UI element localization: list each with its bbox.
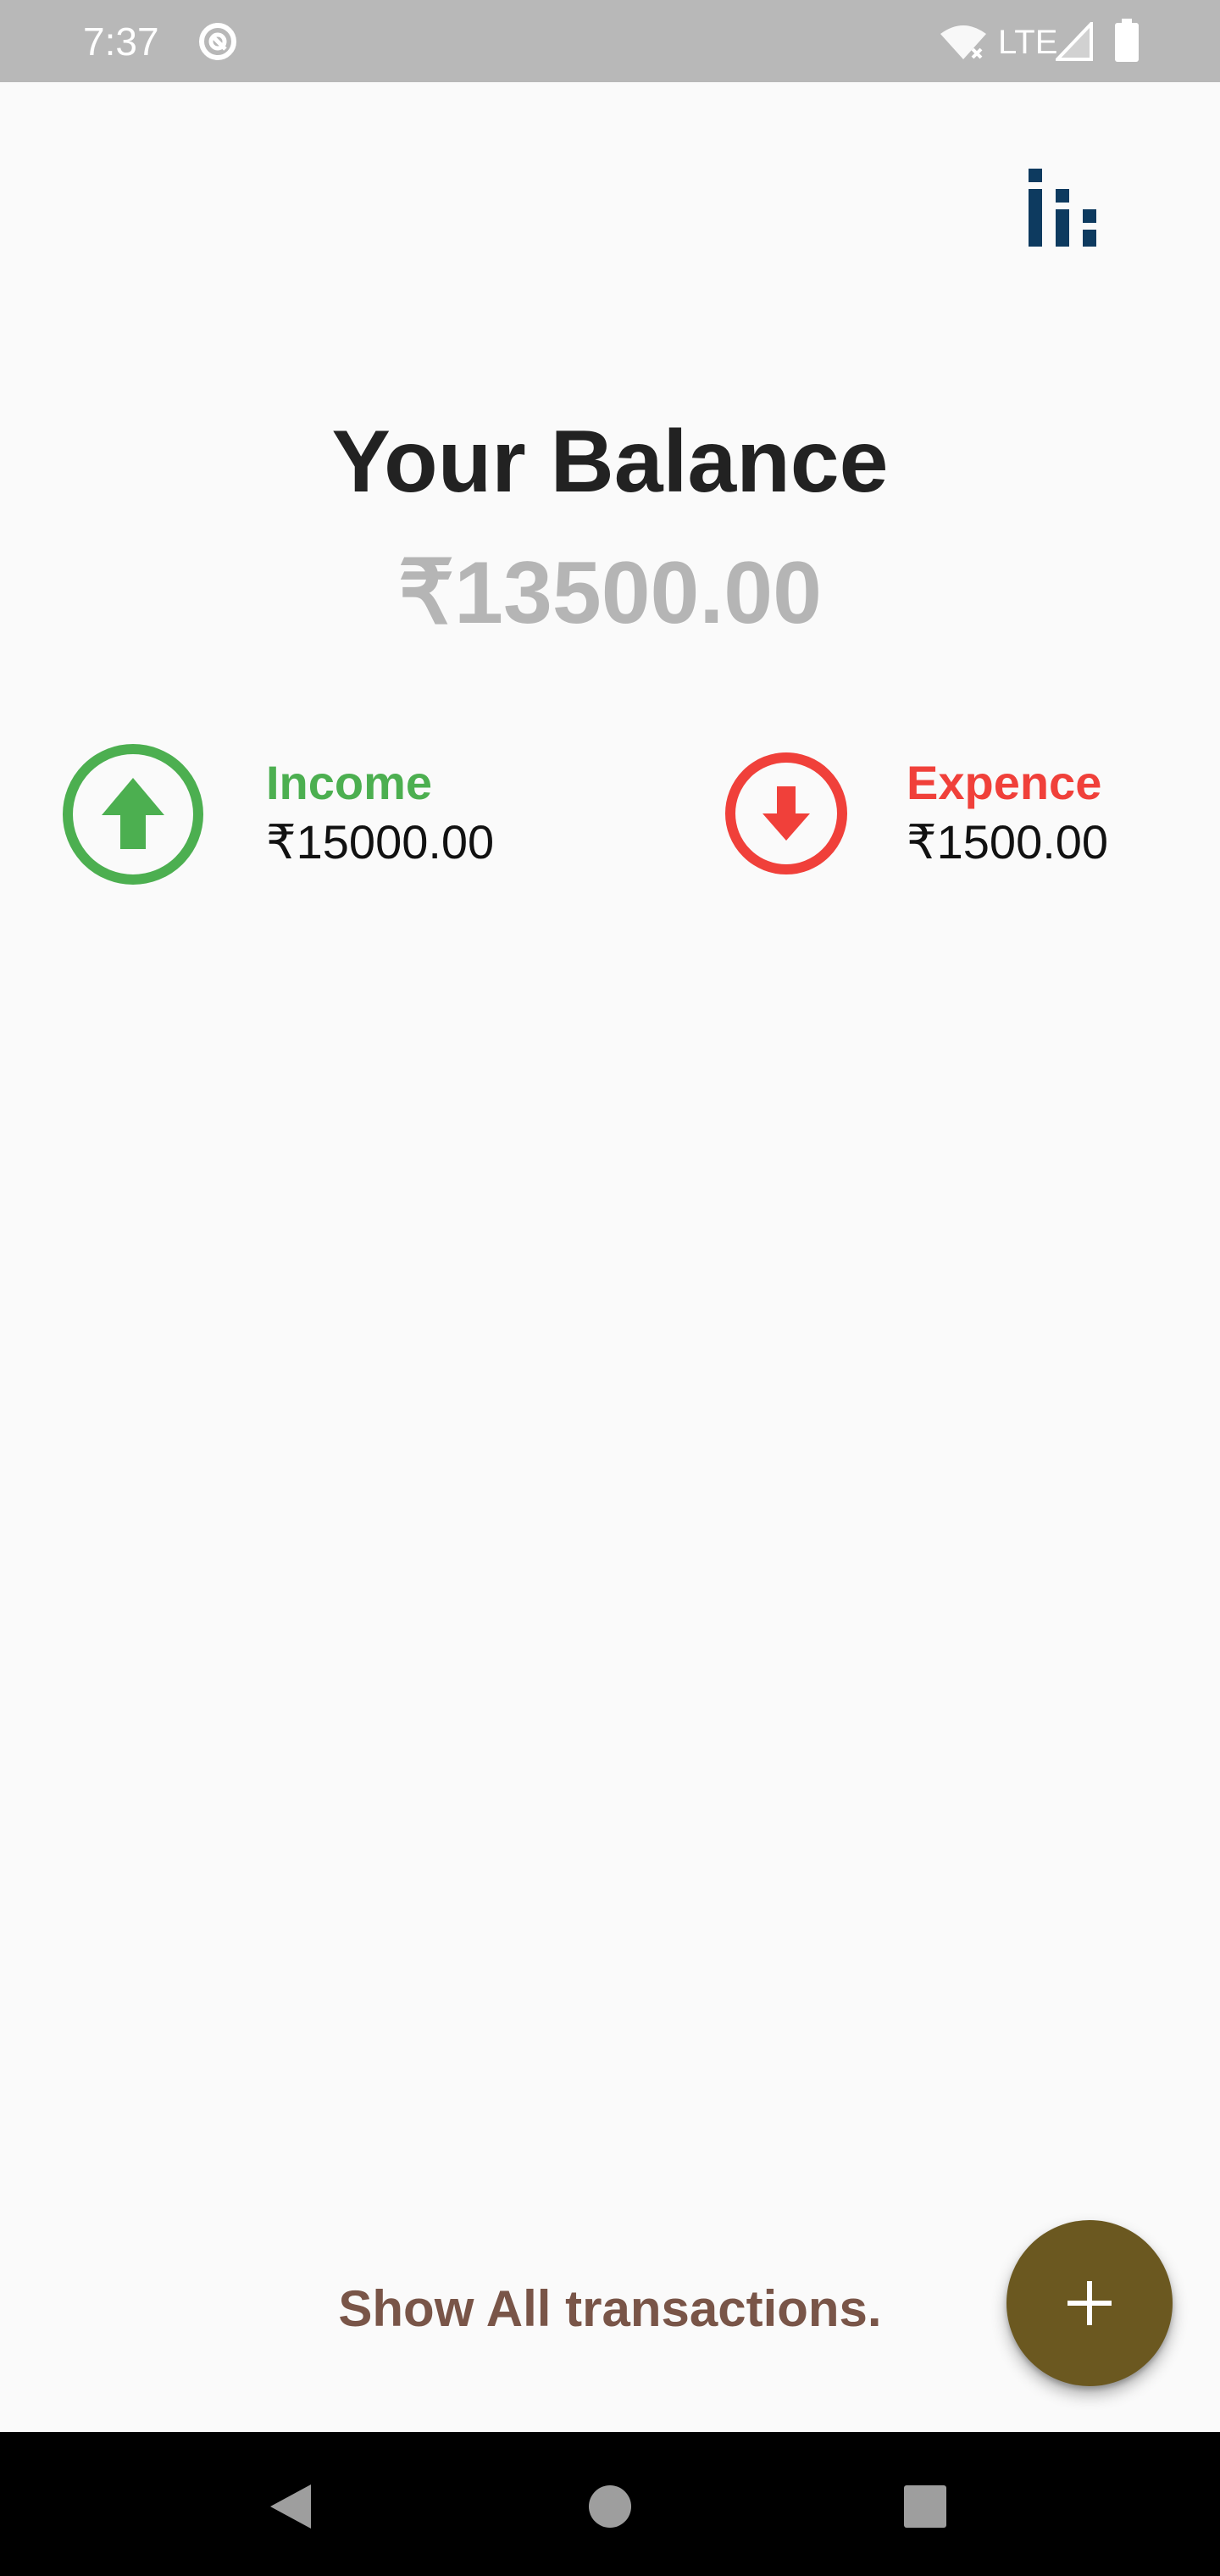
arrow-up-circle-icon xyxy=(63,744,203,885)
app-notification-icon xyxy=(199,23,236,60)
signal-icon xyxy=(1056,22,1093,61)
system-navigation-bar xyxy=(0,2432,1220,2576)
recents-icon xyxy=(904,2485,946,2528)
income-label: Income xyxy=(266,756,433,809)
home-icon xyxy=(589,2485,631,2528)
home-screen: 7:37 LTE Your Balance ₹13500.00 Income ₹… xyxy=(0,0,1220,2576)
status-time: 7:37 xyxy=(83,19,159,64)
expence-label: Expence xyxy=(907,756,1102,809)
balance-title: Your Balance xyxy=(331,413,889,511)
nav-home-button[interactable] xyxy=(568,2464,652,2549)
network-type: LTE xyxy=(998,24,1058,61)
nav-recents-button[interactable] xyxy=(883,2464,968,2549)
arrow-down-circle-icon xyxy=(725,752,847,874)
plus-icon xyxy=(1068,2281,1112,2325)
back-icon xyxy=(270,2484,311,2529)
nav-back-button[interactable] xyxy=(247,2464,332,2549)
battery-icon xyxy=(1115,19,1139,62)
add-transaction-button[interactable] xyxy=(1006,2220,1173,2386)
balance-amount: ₹13500.00 xyxy=(398,544,822,642)
bar-chart-icon xyxy=(1029,169,1096,247)
expence-value: ₹1500.00 xyxy=(907,815,1109,869)
status-bar: 7:37 LTE xyxy=(0,0,1220,82)
wifi-off-icon xyxy=(940,25,986,59)
income-value: ₹15000.00 xyxy=(266,815,495,869)
statistics-button[interactable] xyxy=(1017,161,1110,254)
